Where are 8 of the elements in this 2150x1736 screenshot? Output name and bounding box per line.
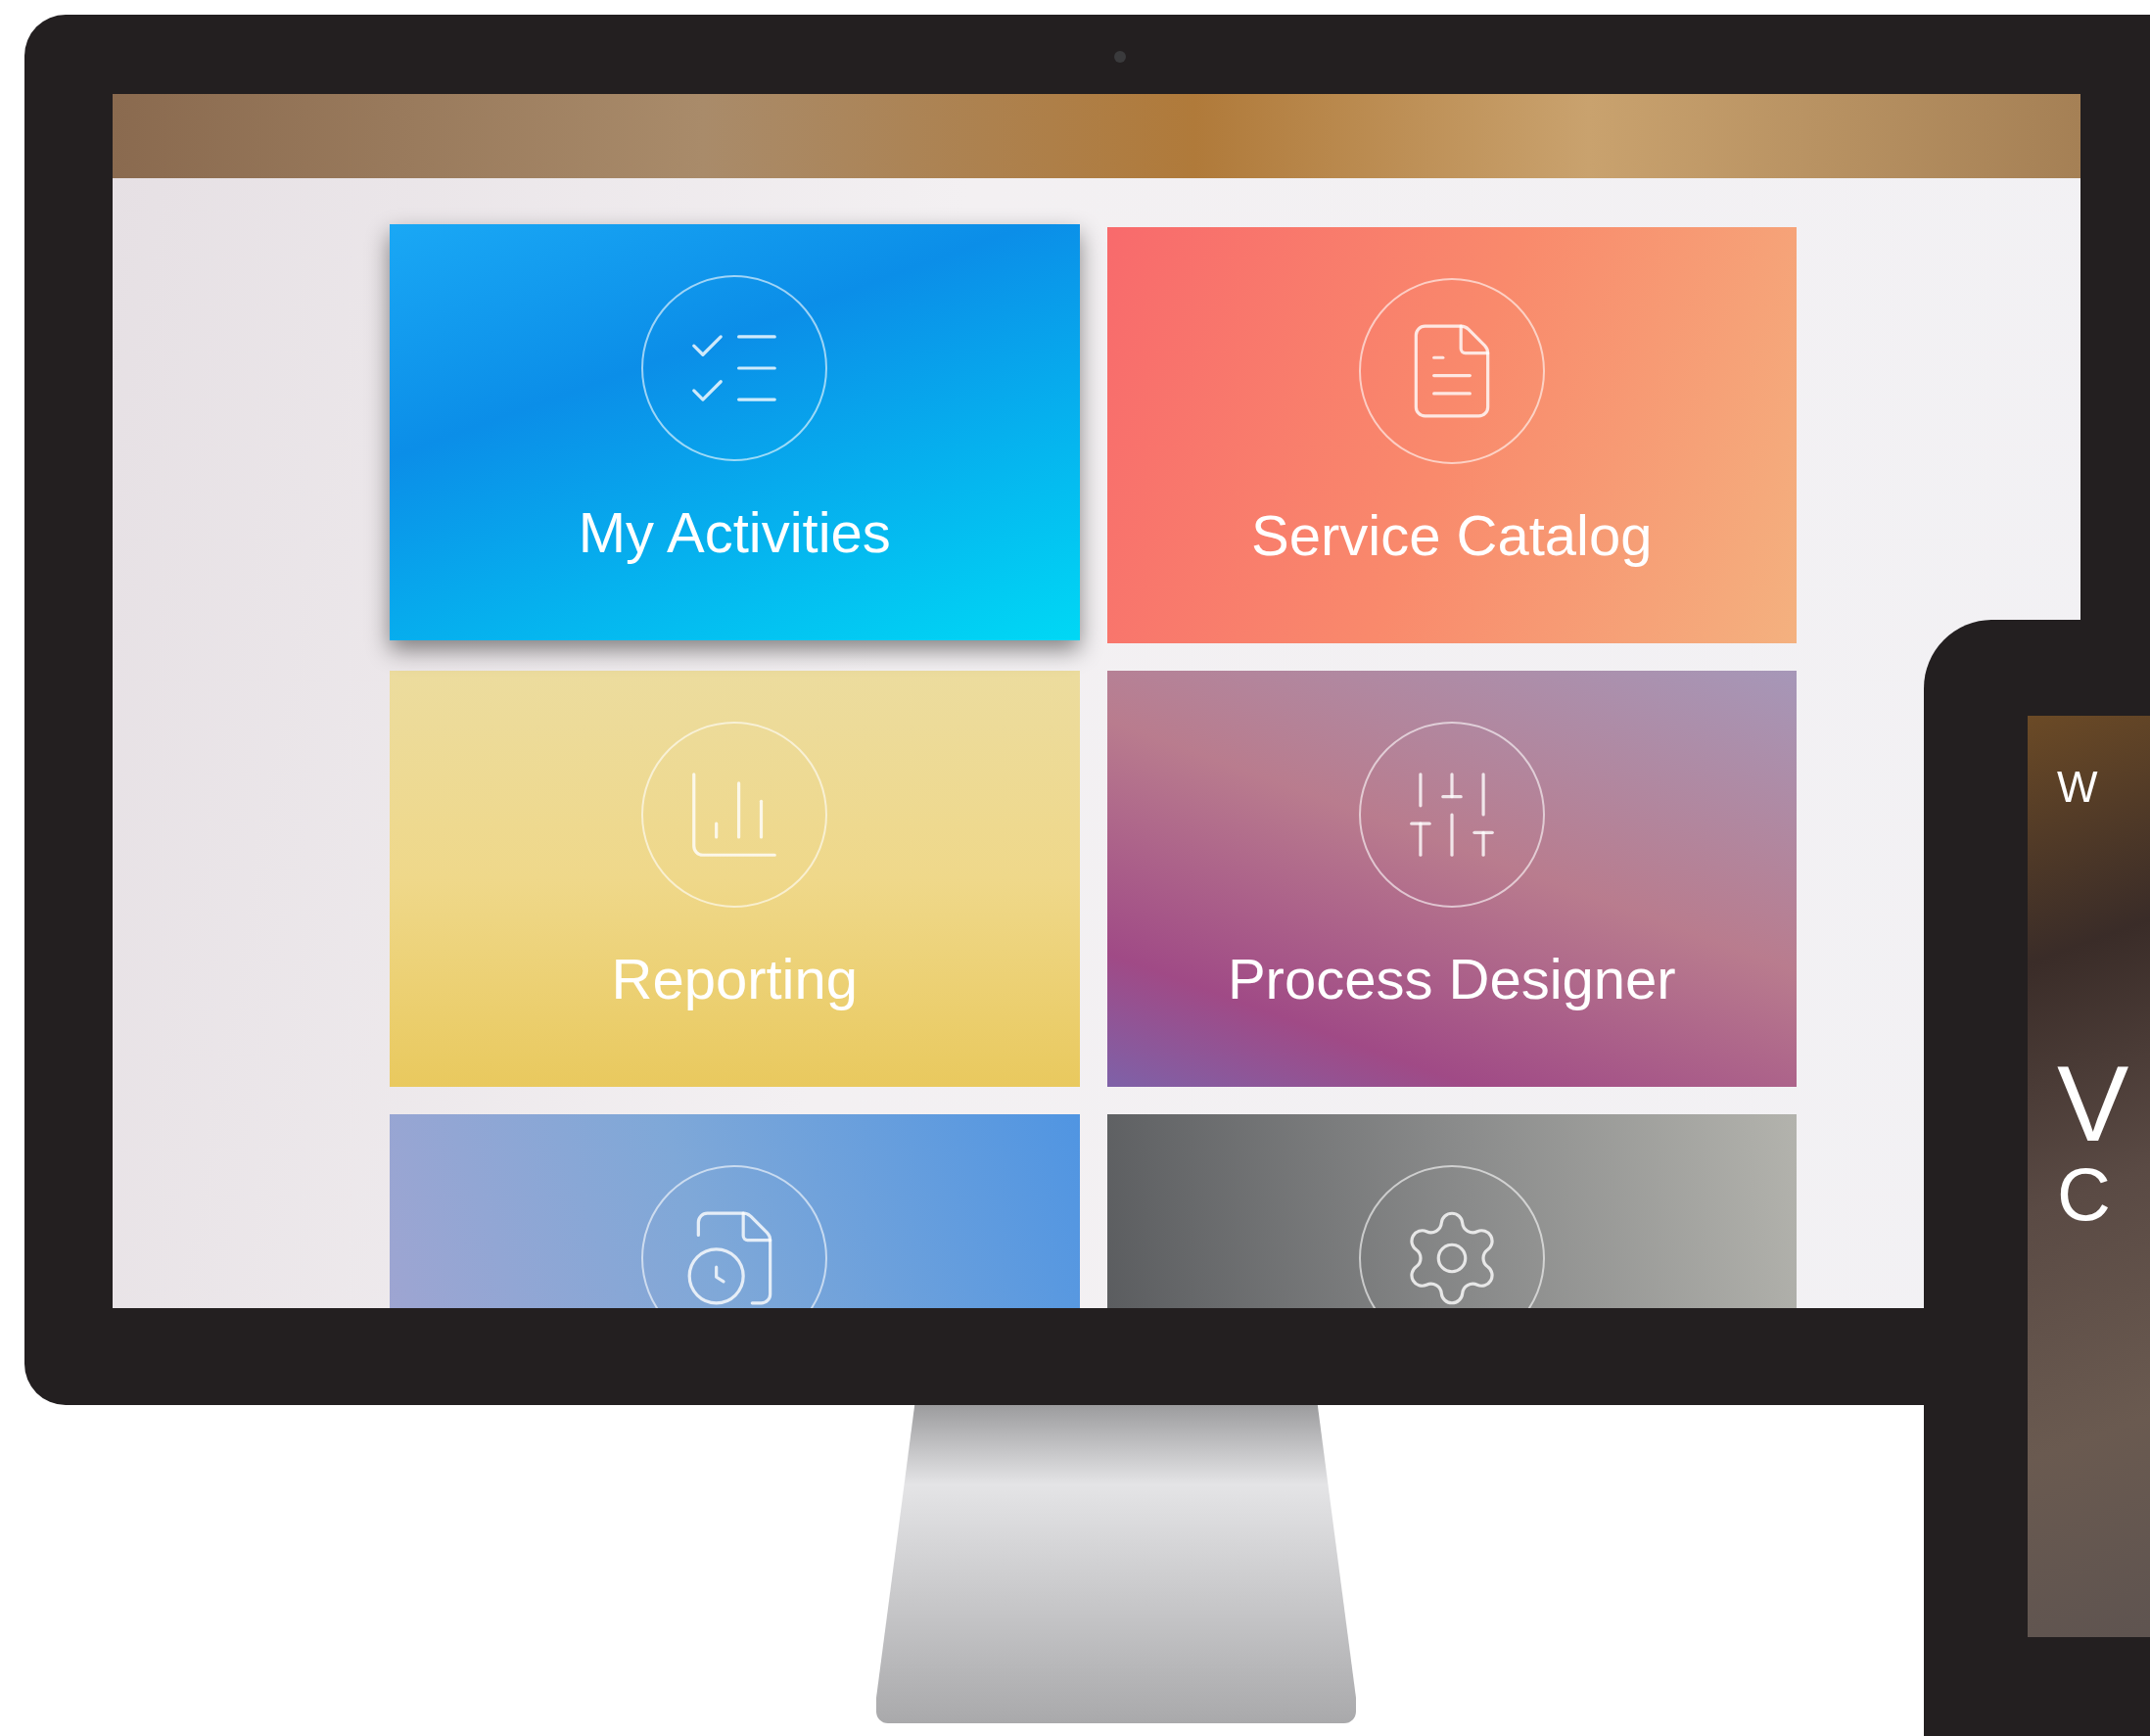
tablet-text: W (2057, 762, 2099, 813)
app-tile[interactable]: Reporting (390, 671, 1080, 1087)
tablet-text: C (2057, 1157, 2112, 1232)
tablet-text: V (2057, 1050, 2130, 1157)
camera-icon (1114, 51, 1126, 63)
app-tile[interactable]: Process Designer (1106, 671, 1797, 1087)
app-tile[interactable]: My Activities (390, 224, 1080, 640)
app-tile[interactable]: Service Catalog (1106, 227, 1797, 643)
